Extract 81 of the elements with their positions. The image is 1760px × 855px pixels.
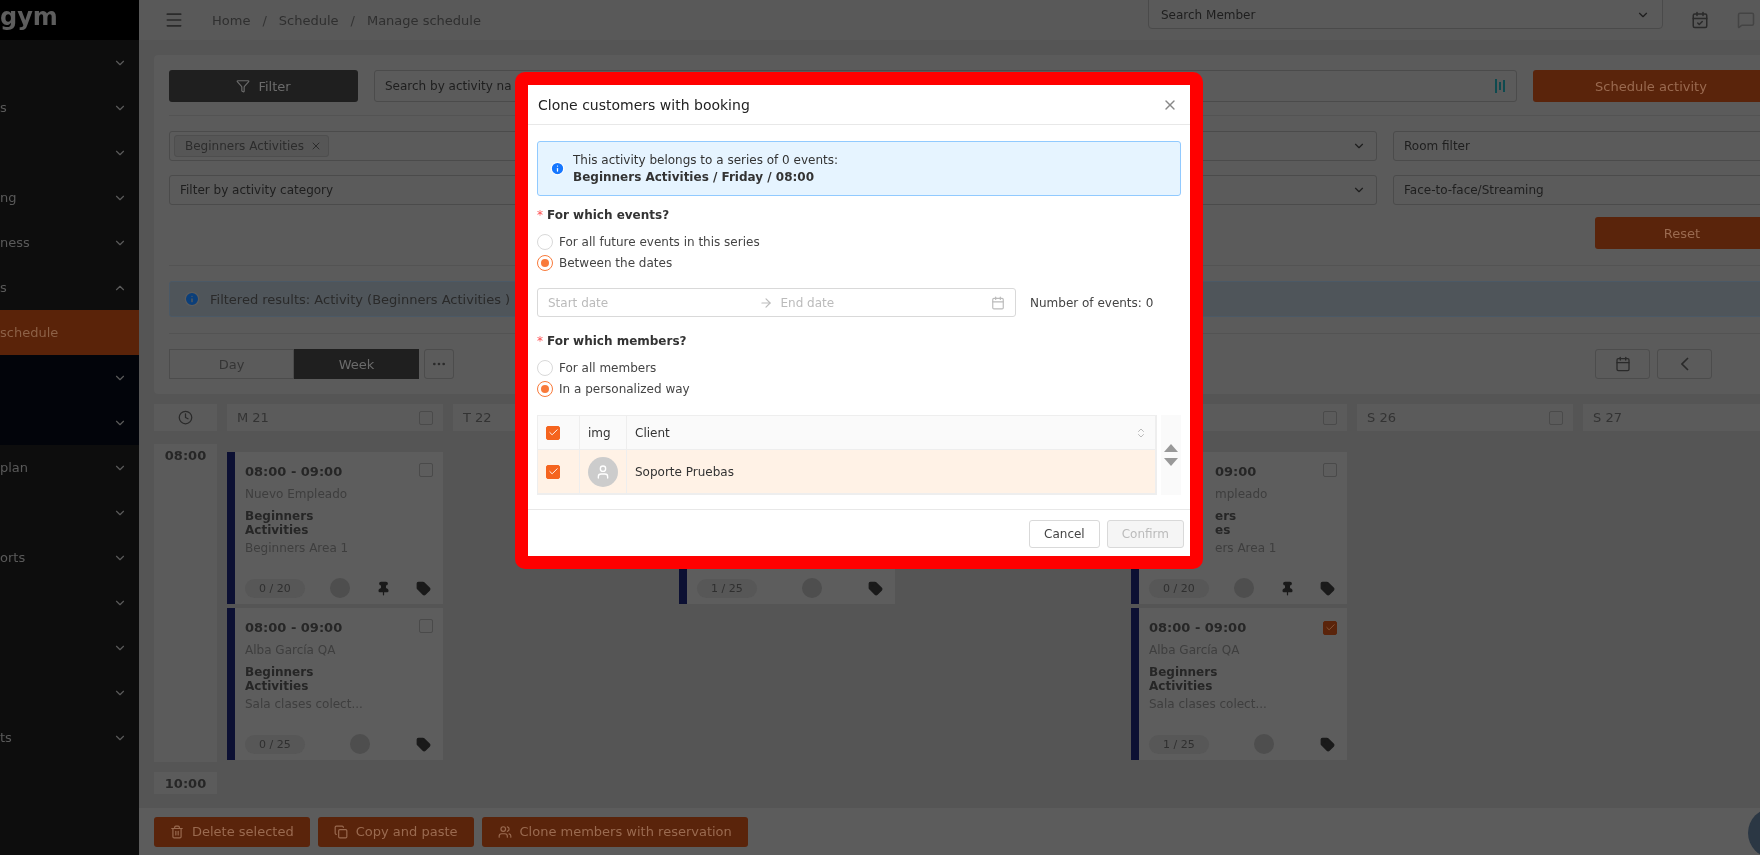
tag-icon bbox=[415, 580, 431, 596]
table-row[interactable]: Soporte Pruebas bbox=[538, 450, 1157, 494]
sidebar-item[interactable]: plan bbox=[0, 445, 139, 490]
question-label: For which members? bbox=[547, 334, 687, 348]
info-icon bbox=[550, 161, 565, 176]
copy-icon bbox=[333, 824, 348, 839]
sidebar-item-selected[interactable]: schedule bbox=[0, 310, 139, 355]
sidebar-item[interactable]: ng bbox=[0, 175, 139, 220]
more-button[interactable] bbox=[424, 349, 454, 379]
filter-button[interactable]: Filter bbox=[169, 70, 358, 102]
radio-button[interactable] bbox=[537, 255, 553, 271]
column-header: img bbox=[580, 416, 627, 449]
dialog-button[interactable]: Cancel bbox=[1029, 520, 1100, 548]
required-mark: * bbox=[537, 334, 543, 348]
event-time: 09:00 bbox=[1215, 464, 1257, 479]
event-activity: Beginners Activities bbox=[245, 509, 315, 537]
calendar-icon bbox=[1614, 356, 1631, 372]
radio-button[interactable] bbox=[537, 381, 553, 397]
action-button[interactable]: Delete selected bbox=[154, 816, 310, 847]
trash-icon bbox=[170, 824, 184, 839]
scrollbar[interactable] bbox=[1161, 415, 1181, 495]
bars-icon bbox=[1494, 78, 1506, 94]
sidebar-item[interactable] bbox=[0, 400, 139, 445]
filter-icon bbox=[236, 79, 251, 93]
breadcrumb-separator: / bbox=[350, 12, 355, 28]
event-activity: Beginners Activities bbox=[1149, 665, 1219, 693]
tag-icon bbox=[1320, 736, 1335, 752]
dialog-title: Clone customers with booking bbox=[538, 96, 750, 113]
event-time: 08:00 - 09:00 bbox=[245, 620, 343, 635]
reset-button[interactable]: Reset bbox=[1595, 217, 1760, 249]
check-icon bbox=[547, 427, 559, 438]
question-label: For which events? bbox=[547, 208, 670, 222]
event-count: Number of events: 0 bbox=[1030, 295, 1154, 310]
sidebar-item[interactable]: s bbox=[0, 85, 139, 130]
tag-icon bbox=[1319, 580, 1335, 596]
row-checkbox[interactable] bbox=[546, 464, 560, 479]
event-checkbox[interactable] bbox=[1323, 620, 1337, 635]
chevron-left-icon bbox=[1680, 357, 1689, 371]
up-triangle-icon[interactable] bbox=[1164, 444, 1179, 452]
column-header[interactable]: Client bbox=[627, 416, 1157, 449]
radio-label: Between the dates bbox=[559, 256, 673, 270]
required-mark: * bbox=[537, 208, 543, 222]
calendar-icon bbox=[991, 295, 1005, 310]
users-icon bbox=[497, 824, 512, 839]
tag-icon bbox=[868, 580, 883, 596]
calendar-button[interactable] bbox=[1595, 349, 1650, 379]
down-triangle-icon[interactable] bbox=[1164, 458, 1179, 466]
select-all-checkbox[interactable] bbox=[546, 425, 560, 440]
avatar-icon bbox=[588, 456, 618, 487]
check-icon bbox=[1324, 622, 1336, 633]
table-cell: Soporte Pruebas bbox=[627, 450, 1157, 493]
clock-icon bbox=[178, 410, 193, 425]
sidebar-item[interactable]: s bbox=[0, 265, 139, 310]
menu-icon[interactable] bbox=[164, 10, 184, 30]
event-time: 08:00 - 09:00 bbox=[245, 464, 343, 479]
mode-filter-field[interactable]: Face-to-face/Streaming bbox=[1393, 175, 1760, 205]
date-range-field[interactable]: Start date End date bbox=[537, 288, 1016, 317]
schedule-activity-button[interactable]: Schedule activity bbox=[1533, 70, 1760, 102]
tag-icon bbox=[416, 736, 431, 752]
calendar-icon[interactable] bbox=[1691, 11, 1709, 29]
previous-button[interactable] bbox=[1657, 349, 1712, 379]
arrow-right-icon bbox=[758, 295, 773, 310]
check-icon bbox=[547, 466, 559, 477]
event-time: 08:00 - 09:00 bbox=[1149, 620, 1247, 635]
sidebar-item[interactable]: ts bbox=[0, 715, 139, 760]
event-activity: ers es bbox=[1215, 509, 1238, 537]
member-search-field[interactable]: Search Member bbox=[1148, 0, 1663, 29]
radio-label: For all future events in this series bbox=[559, 235, 760, 249]
event-activity: Beginners Activities bbox=[245, 665, 315, 693]
info-icon bbox=[184, 291, 200, 307]
logo: gym bbox=[0, 0, 139, 40]
breadcrumb-separator: / bbox=[262, 12, 267, 28]
radio-label: For all members bbox=[559, 361, 657, 375]
sidebar-item[interactable]: orts bbox=[0, 535, 139, 580]
sidebar-item[interactable]: ness bbox=[0, 220, 139, 265]
room-filter-field[interactable]: Room filter bbox=[1393, 131, 1760, 161]
action-button[interactable]: Copy and paste bbox=[317, 816, 474, 847]
view-tab[interactable]: Week bbox=[294, 349, 419, 379]
action-button[interactable]: Clone members with reservation bbox=[481, 816, 748, 847]
radio-label: In a personalized way bbox=[559, 382, 690, 396]
sidebar-item[interactable] bbox=[0, 355, 139, 400]
